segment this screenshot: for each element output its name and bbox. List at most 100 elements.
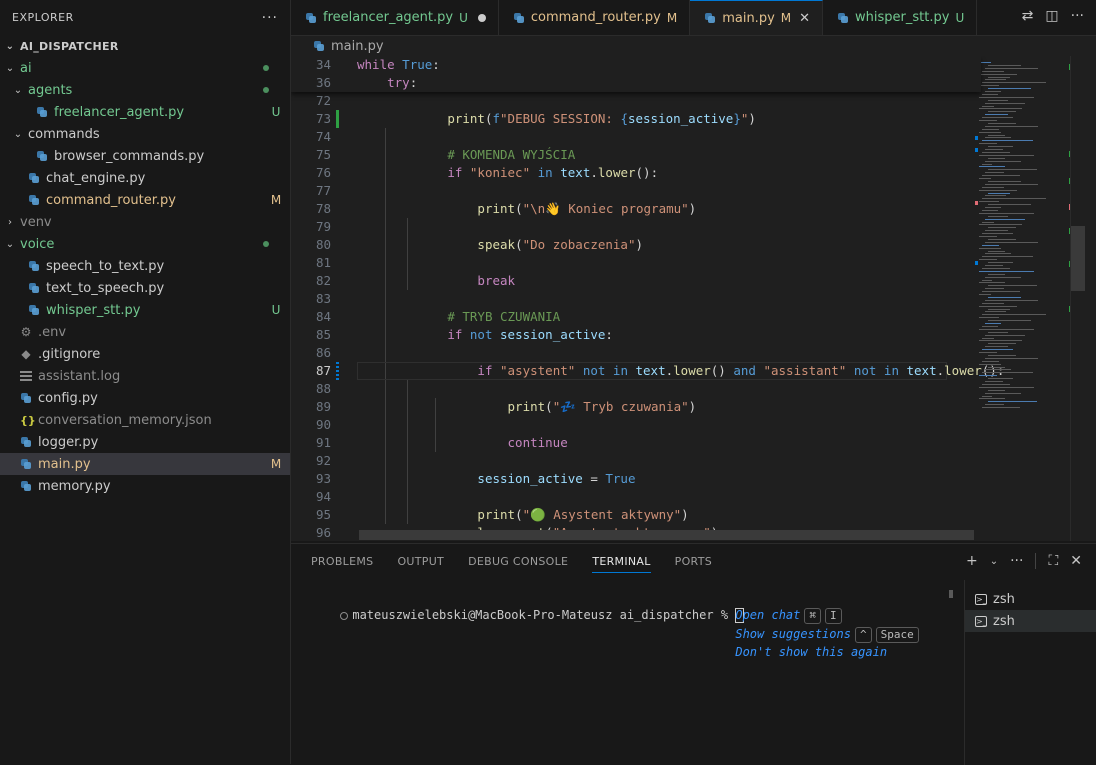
close-panel-icon[interactable]: ✕ bbox=[1070, 553, 1082, 569]
code-line[interactable]: 82 break bbox=[291, 272, 981, 290]
minimap[interactable] bbox=[971, 56, 1081, 541]
more-actions-icon[interactable]: ··· bbox=[1010, 553, 1023, 569]
sticky-line[interactable]: 34 while True: bbox=[291, 56, 981, 74]
line-number: 72 bbox=[315, 93, 331, 108]
tree-item-gitignore[interactable]: ◆ .gitignore bbox=[0, 343, 290, 365]
code-line[interactable]: 95 print("🟢 Asystent aktywny") bbox=[291, 506, 981, 524]
minimap-line bbox=[985, 137, 1012, 139]
tree-item-speech-to-text-py[interactable]: speech_to_text.py bbox=[0, 255, 290, 277]
scrollbar-thumb[interactable] bbox=[1071, 226, 1085, 291]
terminal[interactable]: mateuszwielebski@MacBook-Pro-Mateusz ai_… bbox=[291, 580, 959, 765]
minimap-line bbox=[979, 236, 998, 237]
tree-item-main-py[interactable]: main.py M bbox=[0, 453, 290, 475]
minimap-line bbox=[982, 70, 1004, 72]
code-line[interactable]: 87 if "asystent" not in text.lower() and… bbox=[291, 362, 1004, 380]
tree-item-logger-py[interactable]: logger.py bbox=[0, 431, 290, 453]
tree-item-chat-engine-py[interactable]: chat_engine.py bbox=[0, 167, 290, 189]
code-line[interactable]: 80 speak("Do zobaczenia") bbox=[291, 236, 981, 254]
tree-item-freelancer-agent-py[interactable]: freelancer_agent.py U bbox=[0, 101, 290, 123]
code-editor[interactable]: 72 73 print(f"DEBUG SESSION: {session_act… bbox=[291, 56, 1096, 541]
tree-item-browser-commands-py[interactable]: browser_commands.py bbox=[0, 145, 290, 167]
hint-dont-show[interactable]: Don't show this again bbox=[692, 625, 887, 659]
tree-item-label: whisper_stt.py bbox=[46, 302, 141, 318]
tree-item-whisper-stt-py[interactable]: whisper_stt.py U bbox=[0, 299, 290, 321]
breadcrumb-file[interactable]: main.py bbox=[331, 39, 384, 54]
terminal-name: zsh bbox=[993, 591, 1015, 607]
split-editor-icon[interactable]: ◫ bbox=[1045, 8, 1058, 24]
tree-item-agents[interactable]: ⌄ agents bbox=[0, 79, 290, 101]
hint-open-chat[interactable]: Open chat ⌘ I bbox=[692, 588, 842, 624]
more-actions-icon[interactable]: ··· bbox=[262, 10, 278, 26]
code-line[interactable]: 89 print("💤 Tryb czuwania") bbox=[291, 398, 981, 416]
new-terminal-icon[interactable]: + bbox=[966, 553, 978, 569]
terminal-item[interactable]: >_ zsh bbox=[965, 610, 1096, 632]
more-actions-icon[interactable]: ··· bbox=[1071, 8, 1084, 24]
tab-freelancer-agent-py[interactable]: freelancer_agent.py U bbox=[291, 0, 499, 35]
code-line[interactable]: 91 continue bbox=[291, 434, 981, 452]
explorer-root-folder[interactable]: ⌄ AI_DISPATCHER bbox=[0, 35, 290, 57]
tree-item-memory-py[interactable]: memory.py bbox=[0, 475, 290, 497]
tree-item-command-router-py[interactable]: command_router.py M bbox=[0, 189, 290, 211]
code-line[interactable]: 84 # TRYB CZUWANIA bbox=[291, 308, 981, 326]
code-line[interactable]: 83 bbox=[291, 290, 981, 308]
hint-suggestions[interactable]: Show suggestions ^ Space bbox=[692, 607, 919, 643]
code-line[interactable]: 76 if "koniec" in text.lower(): bbox=[291, 164, 981, 182]
tree-item-ai[interactable]: ⌄ ai bbox=[0, 57, 290, 79]
tree-item-config-py[interactable]: config.py bbox=[0, 387, 290, 409]
unsaved-dot-icon[interactable] bbox=[477, 13, 486, 22]
tree-item-venv[interactable]: › venv bbox=[0, 211, 290, 233]
git-change-marker[interactable] bbox=[336, 110, 339, 128]
close-icon[interactable]: ✕ bbox=[799, 11, 810, 26]
code-line[interactable]: 88 bbox=[291, 380, 981, 398]
terminal-scrollbar[interactable] bbox=[949, 590, 953, 598]
chevron-down-icon: ⌄ bbox=[13, 128, 23, 140]
line-number: 93 bbox=[315, 471, 331, 486]
sticky-line[interactable]: 36 try: bbox=[291, 74, 981, 92]
panel-tab-problems[interactable]: PROBLEMS bbox=[311, 555, 373, 568]
minimap-line bbox=[988, 401, 1038, 403]
minimap-line bbox=[985, 346, 1008, 348]
minimap-line bbox=[982, 105, 994, 107]
panel-tab-debug-console[interactable]: DEBUG CONSOLE bbox=[468, 555, 568, 568]
tab-command-router-py[interactable]: command_router.py M bbox=[499, 0, 691, 35]
vertical-scrollbar[interactable] bbox=[1070, 56, 1085, 541]
code-line[interactable]: 93 session_active = True bbox=[291, 470, 981, 488]
tree-item-text-to-speech-py[interactable]: text_to_speech.py bbox=[0, 277, 290, 299]
code-line[interactable]: 85 if not session_active: bbox=[291, 326, 981, 344]
code-line[interactable]: 81 bbox=[291, 254, 981, 272]
horizontal-scrollbar[interactable] bbox=[359, 530, 974, 540]
tree-item-voice[interactable]: ⌄ voice bbox=[0, 233, 290, 255]
panel-tab-ports[interactable]: PORTS bbox=[675, 555, 712, 568]
code-line[interactable]: 90 bbox=[291, 416, 981, 434]
tree-item-env[interactable]: ⚙ .env bbox=[0, 321, 290, 343]
explorer-header: EXPLORER ··· bbox=[0, 0, 290, 35]
code-line[interactable]: 79 bbox=[291, 218, 981, 236]
code-line[interactable]: 72 bbox=[291, 92, 981, 110]
maximize-panel-icon[interactable]: ⛶ bbox=[1048, 553, 1058, 569]
tree-item-commands[interactable]: ⌄ commands bbox=[0, 123, 290, 145]
code-line[interactable]: 78 print("\n👋 Koniec programu") bbox=[291, 200, 981, 218]
tree-item-conversation-memory-json[interactable]: {} conversation_memory.json bbox=[0, 409, 290, 431]
terminal-item[interactable]: >_ zsh bbox=[965, 588, 1096, 610]
tab-main-py[interactable]: main.py M ✕ bbox=[690, 0, 824, 35]
code-line[interactable]: 73 print(f"DEBUG SESSION: {session_activ… bbox=[291, 110, 981, 128]
git-change-marker[interactable] bbox=[336, 362, 339, 380]
code-line[interactable]: 86 bbox=[291, 344, 981, 362]
panel-tab-output[interactable]: OUTPUT bbox=[397, 555, 444, 568]
tab-whisper-stt-py[interactable]: whisper_stt.py U bbox=[823, 0, 978, 35]
dont-show-again-link[interactable]: Don't show this again bbox=[735, 645, 887, 659]
code-line[interactable]: 75 # KOMENDA WYJŚCIA bbox=[291, 146, 981, 164]
code-line[interactable]: 77 bbox=[291, 182, 981, 200]
code-line[interactable]: 92 bbox=[291, 452, 981, 470]
panel-tab-terminal[interactable]: TERMINAL bbox=[592, 550, 651, 573]
sticky-scroll[interactable]: 34 while True: 36 try: bbox=[291, 56, 981, 92]
code-line[interactable]: 74 bbox=[291, 128, 981, 146]
code-text: speak("Do zobaczenia") bbox=[477, 237, 644, 252]
code-line[interactable]: 94 bbox=[291, 488, 981, 506]
minimap-line bbox=[979, 352, 998, 353]
minimap-line bbox=[988, 76, 1010, 78]
tree-item-assistant-log[interactable]: assistant.log bbox=[0, 365, 290, 387]
chevron-down-icon[interactable]: ⌄ bbox=[990, 556, 998, 567]
minimap-line bbox=[979, 328, 1035, 330]
compare-changes-icon[interactable]: ⇄ bbox=[1022, 8, 1034, 24]
